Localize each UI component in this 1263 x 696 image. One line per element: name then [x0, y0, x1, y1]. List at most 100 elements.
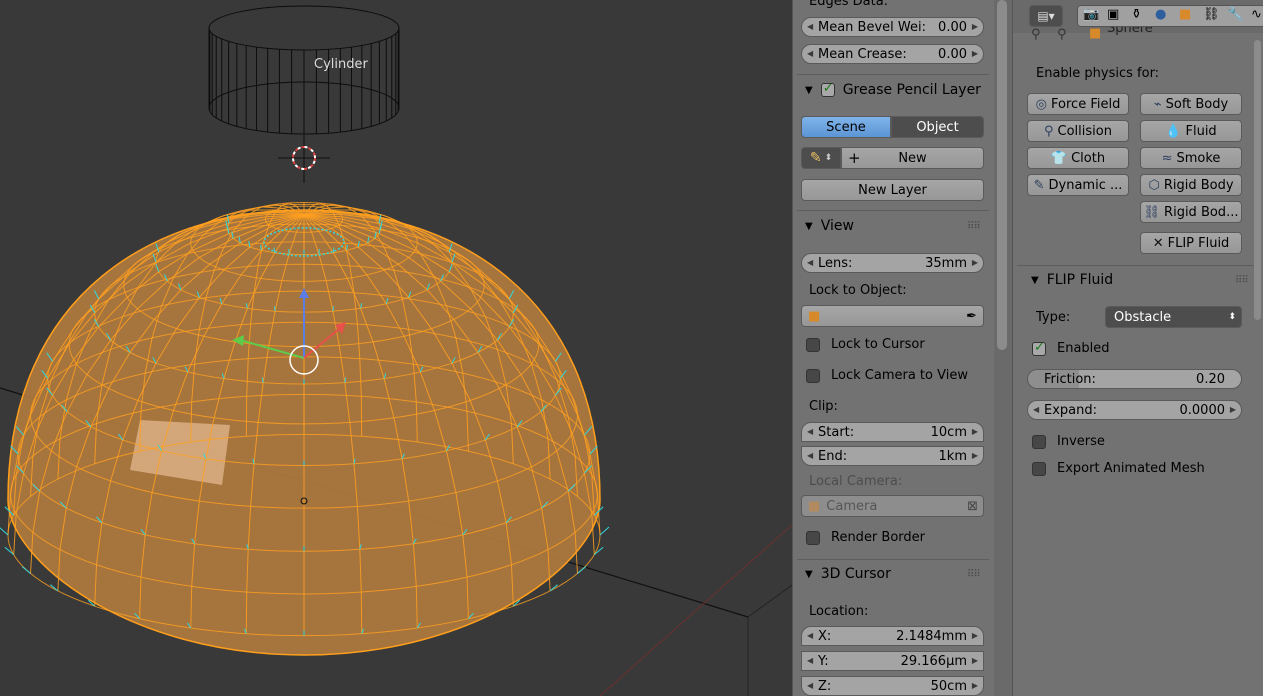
enable-physics-label: Enable physics for: [1036, 66, 1160, 81]
lock-to-object-label: Lock to Object: [809, 283, 907, 298]
cursor-y-field[interactable]: ◀ Y: 29.166µm ▶ [801, 651, 984, 671]
3d-cursor-marker [278, 135, 330, 183]
cylinder-label: Cylinder [314, 57, 368, 72]
clip-start-field[interactable]: ◀ Start: 10cm ▶ [801, 422, 984, 442]
collapse-triangle-icon: ▼ [805, 220, 813, 232]
eyedropper-icon[interactable]: ✒ [966, 309, 977, 324]
scene-breadcrumb-icon: ⚲ [1057, 27, 1067, 42]
object-breadcrumb-icon: ■ [1089, 26, 1102, 41]
pencil-browse-button[interactable]: ✎ ⬍ [801, 147, 841, 169]
clear-x-icon[interactable]: ⊠ [967, 499, 978, 514]
plus-icon: + [848, 149, 861, 167]
drag-handle-icon[interactable]: ⠿⠿ [1235, 275, 1249, 286]
lock-camera-label: Lock Camera to View [831, 368, 968, 383]
properties-editor: ▤▾ 📷 ▣ ⚱ ● ■ ⛓ 🔧 ∿ Sphere ⚲ ⚲ ■ Enable p… [1012, 0, 1263, 696]
physics-tab-icon[interactable]: ∿ [1247, 5, 1263, 27]
lock-camera-checkbox[interactable] [806, 369, 820, 383]
rigid-body-icon: ⬡ [1148, 177, 1160, 193]
clip-label: Clip: [809, 399, 838, 414]
scene-tab-icon[interactable]: ⚱ [1127, 5, 1149, 27]
grease-pencil-enable-checkbox[interactable] [820, 81, 835, 97]
lock-object-field[interactable]: ■ ✒ [801, 305, 984, 327]
expand-field[interactable]: ◀ Expand: 0.0000 ▶ [1027, 400, 1242, 420]
enabled-checkbox[interactable] [1032, 340, 1046, 356]
render-border-checkbox[interactable] [806, 531, 820, 545]
grease-pencil-title: Grease Pencil Layer [842, 82, 981, 98]
chain-link-icon: ⛓ [1143, 204, 1161, 220]
smoke-icon: ≈ [1161, 150, 1173, 166]
dropdown-arrows-icon: ⬍ [1228, 312, 1236, 322]
dynamic-paint-button[interactable]: ✎ Dynamic ... [1027, 174, 1129, 196]
properties-editor-icon: ▤▾ [1037, 9, 1055, 23]
mean-bevel-field[interactable]: ◀ Mean Bevel Wei: 0.00 ▶ [801, 17, 984, 37]
local-camera-field[interactable]: ■ Camera ⊠ [801, 495, 984, 517]
sphere-object [0, 202, 610, 656]
enabled-label: Enabled [1057, 341, 1110, 356]
collapse-triangle-icon: ▼ [805, 568, 813, 580]
constraints-tab-icon[interactable]: ⛓ [1199, 5, 1221, 27]
soft-body-button[interactable]: ⌁ Soft Body [1140, 93, 1242, 115]
world-tab-icon[interactable]: ● [1151, 5, 1173, 27]
editor-type-button[interactable]: ▤▾ [1029, 5, 1063, 27]
clip-end-field[interactable]: ◀ End: 1km ▶ [801, 446, 984, 466]
export-animated-label: Export Animated Mesh [1057, 461, 1205, 476]
pencil-icon: ✎ [809, 150, 822, 166]
new-layer-button[interactable]: New Layer [801, 179, 984, 201]
flip-fluid-button[interactable]: ✕ FLIP Fluid [1140, 232, 1242, 254]
collapse-triangle-icon: ▼ [1031, 274, 1039, 286]
viewport-sidebar: Edges Data: ◀ Mean Bevel Wei: 0.00 ▶ ◀ Mean … [792, 0, 995, 696]
flip-fluid-panel-header[interactable]: ▼ FLIP Fluid [1031, 268, 1113, 292]
collapse-triangle-icon: ▼ [805, 84, 813, 96]
soft-body-icon: ⌁ [1153, 96, 1162, 112]
edges-data-label: Edges Data: [809, 0, 889, 9]
modifiers-tab-icon[interactable]: 🔧 [1223, 5, 1245, 27]
pin-icon[interactable]: ⚲ [1031, 27, 1041, 42]
mean-crease-field[interactable]: ◀ Mean Crease: 0.00 ▶ [801, 44, 984, 64]
view-panel-header[interactable]: ▼ View [805, 214, 854, 238]
render-border-label: Render Border [831, 530, 925, 545]
cylinder-object [208, 5, 400, 135]
fluid-button[interactable]: 💧 Fluid [1140, 120, 1242, 142]
lock-to-cursor-checkbox[interactable] [806, 338, 820, 352]
inverse-checkbox[interactable] [1032, 435, 1046, 449]
drag-handle-icon[interactable]: ⠿⠿ [967, 221, 981, 232]
cursor-z-field[interactable]: ◀ Z: 50cm ▶ [801, 676, 984, 696]
type-dropdown[interactable]: Obstacle ⬍ [1105, 306, 1242, 328]
new-grease-pencil-button[interactable]: + New [841, 147, 984, 169]
location-label: Location: [809, 604, 869, 619]
local-camera-label: Local Camera: [809, 474, 903, 489]
3d-viewport[interactable]: Cylinder [0, 0, 792, 696]
3d-cursor-panel-header[interactable]: ▼ 3D Cursor [805, 562, 891, 586]
render-layers-tab-icon[interactable]: ▣ [1103, 5, 1125, 27]
camera-object-icon: ■ [808, 498, 821, 514]
remove-x-icon: ✕ [1152, 235, 1164, 251]
object-cube-icon: ■ [808, 308, 821, 324]
lock-to-cursor-label: Lock to Cursor [831, 337, 925, 352]
grease-pencil-panel-header[interactable]: ▼ Grease Pencil Layer [805, 78, 991, 102]
rigid-body-constraint-button[interactable]: ⛓ Rigid Bod... [1140, 201, 1242, 223]
object-tab-icon[interactable]: ■ [1175, 5, 1197, 27]
export-animated-checkbox[interactable] [1032, 462, 1046, 476]
inverse-label: Inverse [1057, 434, 1105, 449]
sidebar-scrollbar[interactable] [994, 0, 1012, 696]
render-tab-icon[interactable]: 📷 [1079, 5, 1101, 27]
properties-scrollbar[interactable] [1252, 40, 1263, 340]
friction-slider[interactable]: Friction: 0.20 [1027, 369, 1242, 389]
fluid-drop-icon: 💧 [1165, 123, 1182, 139]
cloth-button[interactable]: 👕 Cloth [1027, 147, 1129, 169]
dynamic-paint-icon: ✎ [1033, 177, 1045, 193]
collision-button[interactable]: ⚲ Collision [1027, 120, 1129, 142]
scene-tab[interactable]: Scene [801, 116, 891, 138]
force-field-button[interactable]: ◎ Force Field [1027, 93, 1129, 115]
viewport-scene [0, 5, 792, 696]
cloth-icon: 👕 [1050, 150, 1068, 166]
cursor-x-field[interactable]: ◀ X: 2.1484mm ▶ [801, 626, 984, 646]
type-label: Type: [1036, 310, 1071, 325]
rigid-body-button[interactable]: ⬡ Rigid Body [1140, 174, 1242, 196]
object-tab[interactable]: Object [891, 116, 984, 138]
lens-field[interactable]: ◀ Lens: 35mm ▶ [801, 253, 984, 273]
collision-icon: ⚲ [1044, 123, 1054, 139]
force-field-icon: ◎ [1035, 96, 1048, 112]
drag-handle-icon[interactable]: ⠿⠿ [967, 569, 981, 580]
smoke-button[interactable]: ≈ Smoke [1140, 147, 1242, 169]
